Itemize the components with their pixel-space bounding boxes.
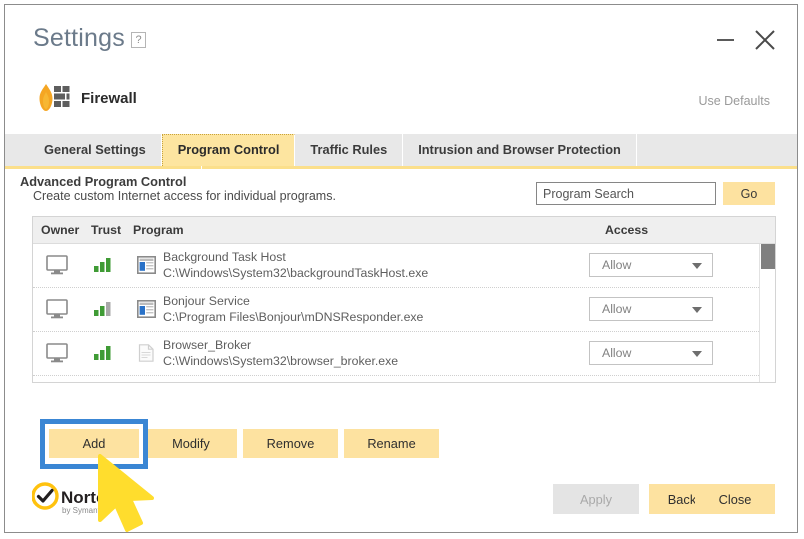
tab-intrusion-and-browser-protection[interactable]: Intrusion and Browser Protection (403, 134, 637, 166)
page-title: Settings (33, 24, 125, 52)
access-value: Allow (602, 346, 632, 360)
table-row[interactable]: Bonjour Service C:\Program Files\Bonjour… (33, 288, 775, 332)
column-header-access: Access (605, 223, 649, 237)
signal-bars-icon (94, 302, 113, 316)
tab-general-settings[interactable]: General Settings (29, 134, 162, 166)
column-header-program: Program (133, 223, 184, 237)
chevron-down-icon (692, 351, 702, 357)
monitor-icon (46, 255, 68, 275)
scrollbar-thumb[interactable] (761, 244, 775, 269)
table-header-row: Owner Trust Program Access (33, 217, 775, 244)
access-dropdown[interactable]: Allow (589, 253, 713, 277)
search-input[interactable] (536, 182, 716, 205)
add-button[interactable]: Add (49, 429, 139, 458)
column-header-trust: Trust (91, 223, 122, 237)
svg-text:by Symantec: by Symantec (62, 506, 108, 515)
program-name: Bonjour Service (163, 294, 250, 308)
tab-traffic-rules[interactable]: Traffic Rules (295, 134, 404, 166)
description-text: Create custom Internet access for indivi… (33, 189, 336, 203)
help-icon[interactable]: ? (131, 32, 146, 48)
table-scrollbar[interactable] (759, 244, 775, 382)
signal-bars-icon (94, 258, 113, 272)
go-button[interactable]: Go (723, 182, 775, 205)
program-table: Owner Trust Program Access Background Ta… (32, 216, 776, 383)
rename-button[interactable]: Rename (344, 429, 439, 458)
minimize-button[interactable] (710, 25, 740, 55)
close-footer-button[interactable]: Close (695, 484, 775, 514)
settings-window: Settings ? Firewall Use Defaults General… (4, 4, 798, 533)
program-path: C:\Windows\System32\browser_broker.exe (163, 354, 399, 368)
title-bar: Settings ? (5, 5, 797, 71)
module-title: Firewall (81, 90, 137, 107)
module-header: Firewall Use Defaults (5, 71, 797, 130)
program-info: Browser_Broker C:\Windows\System32\brows… (163, 337, 398, 370)
close-icon (755, 30, 775, 50)
monitor-icon (46, 343, 68, 363)
table-row[interactable]: COM Surrogate C:\Windows\System32\dllhos… (33, 376, 775, 382)
program-info: Bonjour Service C:\Program Files\Bonjour… (163, 293, 423, 326)
window-app-icon (137, 256, 156, 274)
chevron-down-icon (692, 307, 702, 313)
table-row[interactable]: Browser_Broker C:\Windows\System32\brows… (33, 332, 775, 376)
table-row[interactable]: Background Task Host C:\Windows\System32… (33, 244, 775, 288)
use-defaults-link[interactable]: Use Defaults (698, 94, 770, 108)
close-button[interactable] (750, 25, 780, 55)
minimize-icon (717, 39, 734, 41)
svg-text:Norton: Norton (61, 488, 117, 507)
access-value: Allow (602, 302, 632, 316)
access-dropdown[interactable]: Allow (589, 341, 713, 365)
program-name: Background Task Host (163, 250, 286, 264)
program-path: C:\Program Files\Bonjour\mDNSResponder.e… (163, 310, 424, 324)
tab-strip: General Settings Program Control Traffic… (5, 134, 797, 198)
generic-file-icon (137, 344, 156, 362)
modify-button[interactable]: Modify (145, 429, 237, 458)
program-info: COM Surrogate C:\Windows\System32\dllhos… (163, 381, 349, 382)
column-header-owner: Owner (41, 223, 80, 237)
chevron-down-icon (692, 263, 702, 269)
access-value: Allow (602, 258, 632, 272)
program-info: Background Task Host C:\Windows\System32… (163, 249, 428, 282)
signal-bars-icon (94, 346, 113, 360)
window-app-icon (137, 300, 156, 318)
monitor-icon (46, 299, 68, 319)
program-name: Browser_Broker (163, 338, 252, 352)
access-dropdown[interactable]: Allow (589, 297, 713, 321)
norton-logo: Norton by Symantec (31, 482, 137, 518)
program-name: COM Surrogate (163, 381, 349, 382)
program-path: C:\Windows\System32\backgroundTaskHost.e… (163, 266, 429, 280)
table-body: Background Task Host C:\Windows\System32… (33, 244, 775, 382)
action-button-row: Add Modify Remove Rename (5, 419, 797, 469)
remove-button[interactable]: Remove (243, 429, 338, 458)
apply-button[interactable]: Apply (553, 484, 639, 514)
tab-program-control[interactable]: Program Control (161, 134, 296, 166)
firewall-icon (33, 83, 71, 113)
